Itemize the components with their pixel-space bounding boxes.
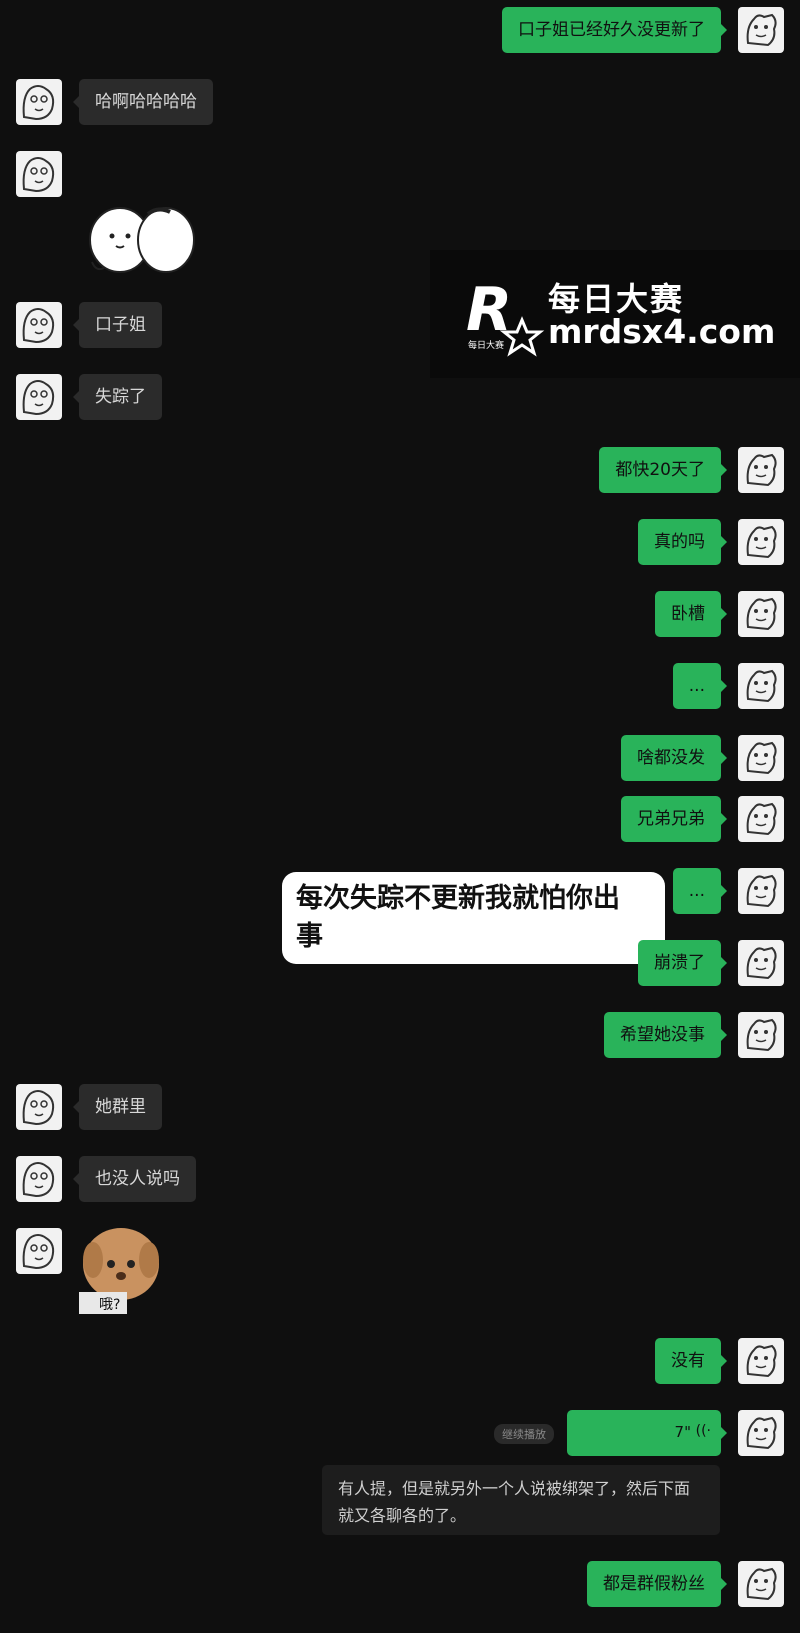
avatar-me[interactable] <box>738 868 784 914</box>
avatar-me[interactable] <box>738 7 784 53</box>
message-bubble[interactable]: 也没人说吗 <box>73 1156 196 1202</box>
avatar-me[interactable] <box>738 591 784 637</box>
avatar-other[interactable] <box>16 1228 62 1274</box>
message-bubble[interactable]: 崩溃了 <box>638 940 727 986</box>
avatar-other[interactable] <box>16 374 62 420</box>
overlay-caption: 每次失踪不更新我就怕你出 事 <box>282 872 665 964</box>
continue-playing-hint[interactable]: 继续播放 <box>494 1424 554 1444</box>
avatar-me[interactable] <box>738 940 784 986</box>
avatar-other[interactable] <box>16 79 62 125</box>
avatar-me[interactable] <box>738 796 784 842</box>
message-bubble[interactable]: 失踪了 <box>73 374 162 420</box>
bears-sticker[interactable] <box>82 200 197 278</box>
message-bubble[interactable]: 真的吗 <box>638 519 727 565</box>
avatar-me[interactable] <box>738 1338 784 1384</box>
chat-screen: { "messages": [ {"side":"right","text":"… <box>0 0 800 1633</box>
message-bubble[interactable]: 她群里 <box>73 1084 162 1130</box>
dog-sticker[interactable]: 哦? <box>79 1224 163 1314</box>
avatar-me[interactable] <box>738 1012 784 1058</box>
avatar-me[interactable] <box>738 1410 784 1456</box>
message-bubble[interactable]: ... <box>672 663 728 709</box>
message-bubble[interactable]: ... <box>672 868 728 914</box>
message-bubble[interactable]: 啥都没发 <box>621 735 727 781</box>
avatar-me[interactable] <box>738 663 784 709</box>
sound-wave-icon: ((· <box>695 1423 711 1439</box>
message-bubble[interactable]: 都是群假粉丝 <box>587 1561 727 1607</box>
message-bubble[interactable]: 都快20天了 <box>599 447 727 493</box>
avatar-other[interactable] <box>16 1156 62 1202</box>
message-bubble[interactable]: 没有 <box>655 1338 727 1384</box>
voice-transcript: 有人提，但是就另外一个人说被绑架了，然后下面就又各聊各的了。 <box>322 1465 720 1535</box>
avatar-other[interactable] <box>16 302 62 348</box>
avatar-other[interactable] <box>16 1084 62 1130</box>
message-bubble[interactable]: 兄弟兄弟 <box>621 796 727 842</box>
avatar-other[interactable] <box>16 151 62 197</box>
avatar-me[interactable] <box>738 1561 784 1607</box>
svg-text:每日大赛: 每日大赛 <box>468 339 504 351</box>
r-star-logo-icon: R 每日大赛 <box>466 275 545 357</box>
voice-duration: 7" <box>674 1423 691 1441</box>
message-bubble[interactable]: 卧槽 <box>655 591 727 637</box>
voice-message[interactable]: 7" ((· <box>567 1410 727 1456</box>
message-bubble[interactable]: 口子姐已经好久没更新了 <box>502 7 727 53</box>
avatar-me[interactable] <box>738 519 784 565</box>
message-bubble[interactable]: 口子姐 <box>73 302 162 348</box>
avatar-me[interactable] <box>738 735 784 781</box>
avatar-me[interactable] <box>738 447 784 493</box>
watermark-url: mrdsx4.com <box>548 312 776 351</box>
message-bubble[interactable]: 哈啊哈哈哈哈 <box>73 79 213 125</box>
dog-sticker-caption: 哦? <box>99 1297 121 1313</box>
watermark-logo: R 每日大赛 每日大赛 mrdsx4.com <box>430 250 800 378</box>
message-bubble[interactable]: 希望她没事 <box>604 1012 727 1058</box>
